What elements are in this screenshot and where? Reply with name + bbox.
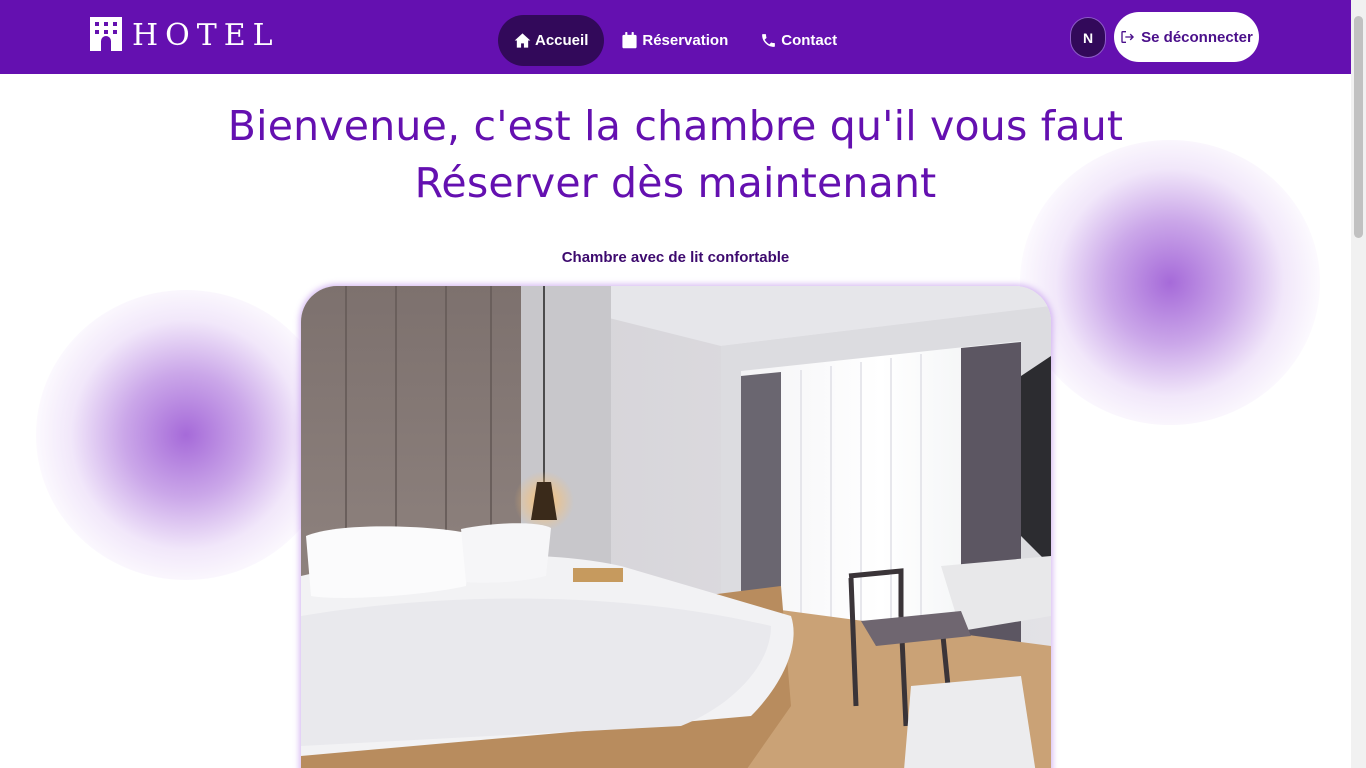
nav-item-label: Réservation (642, 32, 729, 49)
nav-item-contact[interactable]: Contact (744, 15, 853, 66)
main-nav: Accueil Réservation Contact (498, 15, 853, 66)
nav-item-reservation[interactable]: Réservation (604, 15, 744, 66)
home-icon (514, 33, 531, 48)
page: HOTEL Accueil Réservation Contact N Se d… (0, 0, 1366, 768)
logout-icon (1121, 31, 1135, 43)
nav-item-label: Accueil (535, 32, 589, 49)
phone-icon (762, 34, 776, 47)
user-avatar[interactable]: N (1070, 17, 1106, 58)
page-scrollbar[interactable] (1351, 0, 1366, 768)
logo-text: HOTEL (132, 18, 280, 53)
logo[interactable]: HOTEL (88, 16, 280, 57)
decorative-glow-left (36, 290, 336, 580)
hero-title-line1: Bienvenue, c'est la chambre qu'il vous f… (227, 102, 1124, 150)
room-caption: Chambre avec de lit confortable (561, 249, 790, 266)
hero-title-line2: Réserver dès maintenant (414, 159, 937, 207)
nav-item-accueil[interactable]: Accueil (498, 15, 605, 66)
room-photo (301, 286, 1051, 768)
hero-title: Bienvenue, c'est la chambre qu'il vous f… (0, 98, 1351, 212)
calendar-icon (622, 32, 637, 49)
hotel-building-icon (88, 16, 124, 57)
nav-item-label: Contact (781, 32, 838, 49)
logout-button[interactable]: Se déconnecter (1114, 12, 1259, 62)
navbar: HOTEL Accueil Réservation Contact N Se d… (0, 0, 1351, 74)
logout-label: Se déconnecter (1141, 28, 1253, 46)
scrollbar-thumb[interactable] (1354, 16, 1363, 238)
